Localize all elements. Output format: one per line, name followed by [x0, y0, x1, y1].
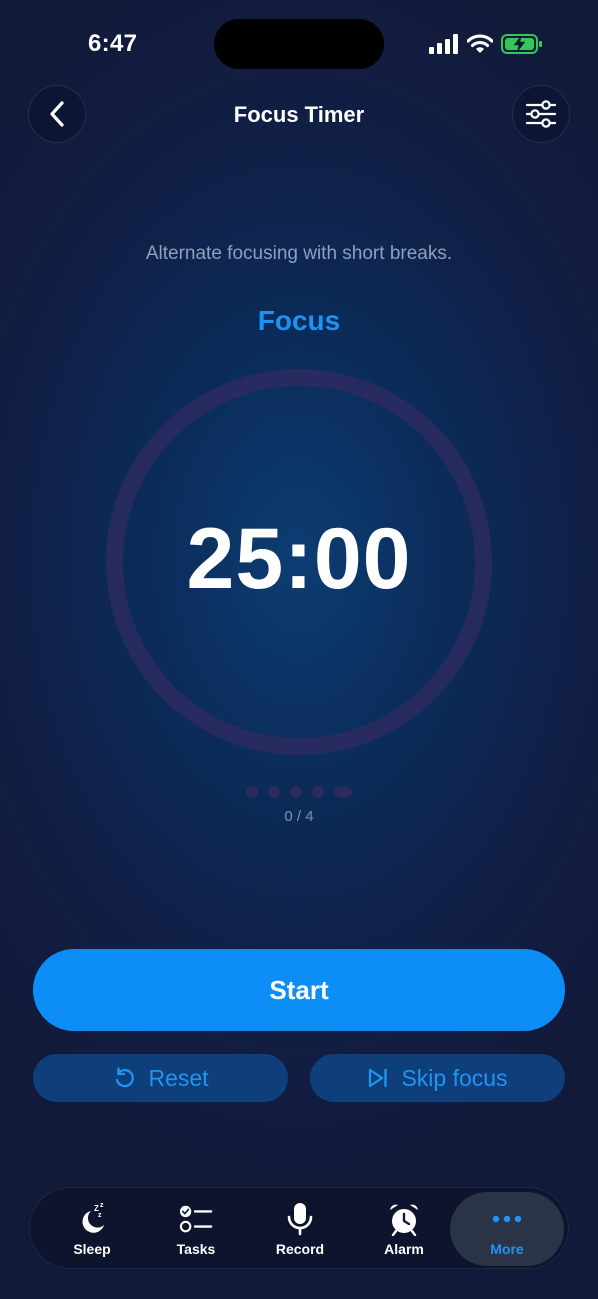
skip-forward-icon [369, 1068, 388, 1088]
reset-button[interactable]: Reset [33, 1054, 288, 1102]
tab-alarm[interactable]: Alarm [352, 1188, 456, 1270]
svg-text:z: z [100, 1202, 104, 1209]
session-count: 0 / 4 [284, 808, 314, 825]
status-icons [429, 33, 543, 55]
dynamic-island [214, 19, 384, 69]
settings-button[interactable] [512, 85, 570, 143]
session-dot [312, 786, 324, 798]
ellipsis-icon [492, 1215, 522, 1222]
checklist-icon [179, 1205, 213, 1232]
skip-focus-button[interactable]: Skip focus [310, 1054, 565, 1102]
wifi-icon [467, 34, 493, 53]
start-button[interactable]: Start [33, 949, 565, 1031]
session-dot-long-break [334, 786, 352, 798]
tab-label-record: Record [275, 1240, 325, 1257]
reset-label: Reset [148, 1064, 209, 1091]
microphone-icon [287, 1202, 313, 1235]
tab-tasks[interactable]: Tasks [144, 1188, 248, 1270]
session-dots [0, 786, 598, 798]
moon-zzz-icon: Z z z [82, 1202, 104, 1233]
battery-charging-icon [501, 34, 542, 54]
tab-label-alarm: Alarm [384, 1240, 424, 1257]
tab-record[interactable]: Record [248, 1188, 352, 1270]
alarm-clock-icon [390, 1204, 418, 1236]
tab-label-tasks: Tasks [176, 1240, 216, 1257]
tab-more[interactable]: More [450, 1192, 564, 1266]
navigation-bar: Focus Timer [0, 85, 598, 145]
description-text: Alternate focusing with short breaks. [145, 243, 453, 264]
reset-icon [116, 1067, 135, 1088]
phase-label: Focus [257, 305, 341, 336]
session-dot [268, 786, 280, 798]
page-title: Focus Timer [233, 102, 365, 127]
timer-display: 25:00 [186, 511, 412, 607]
status-time: 6:47 [88, 30, 138, 57]
status-bar: 6:47 [0, 0, 598, 88]
skip-focus-label: Skip focus [401, 1064, 508, 1091]
tab-label-sleep: Sleep [73, 1240, 111, 1257]
tab-label-more: More [490, 1240, 524, 1257]
svg-text:z: z [98, 1212, 102, 1219]
tab-bar: Z z z Sleep Tasks Record Alarm More [29, 1187, 569, 1269]
tab-sleep[interactable]: Z z z Sleep [40, 1188, 144, 1270]
cellular-signal-icon [429, 34, 458, 54]
session-dot [290, 786, 302, 798]
session-dot [246, 786, 258, 798]
sliders-icon [525, 100, 557, 128]
